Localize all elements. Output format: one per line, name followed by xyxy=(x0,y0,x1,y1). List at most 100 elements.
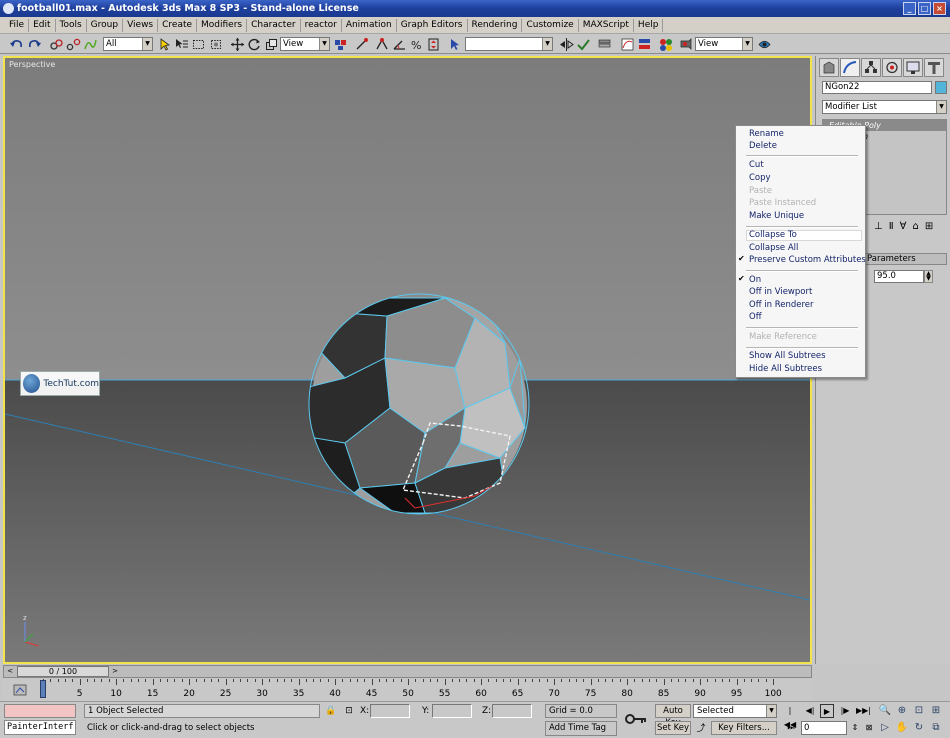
utilities-tab-icon[interactable] xyxy=(924,58,944,77)
select-object-icon[interactable] xyxy=(156,36,171,51)
z-coord-field[interactable] xyxy=(492,704,532,718)
mini-curve-editor-icon[interactable] xyxy=(13,684,27,696)
go-to-start-icon[interactable]: |◀◀ xyxy=(783,704,797,729)
menu-item-show-all-subtrees[interactable]: Show All Subtrees xyxy=(749,350,826,362)
configure-modifier-sets-icon[interactable]: ⊞ xyxy=(925,221,933,232)
menu-item-rename[interactable]: Rename xyxy=(749,128,784,140)
maximize-button[interactable]: □ xyxy=(918,2,931,15)
menu-create[interactable]: Create xyxy=(158,18,198,32)
viewport-label[interactable]: Perspective xyxy=(9,60,55,69)
track-bar[interactable]: 0510152025303540455055606570758085909510… xyxy=(3,679,812,701)
parameter-value-field[interactable]: 95.0 xyxy=(874,270,924,283)
current-frame-indicator[interactable] xyxy=(40,680,46,698)
menu-item-collapse-all[interactable]: Collapse All xyxy=(749,242,798,254)
menu-item-cut[interactable]: Cut xyxy=(749,159,764,171)
set-key-button[interactable]: Set Key xyxy=(655,721,691,735)
selection-lock-icon[interactable]: 🔒 xyxy=(325,705,337,717)
pivot-center-icon[interactable] xyxy=(332,36,347,51)
scale-icon[interactable] xyxy=(263,36,278,51)
time-slider[interactable]: < 0 / 100 > xyxy=(3,665,812,678)
menu-customize[interactable]: Customize xyxy=(522,18,579,32)
spinner-snap-icon[interactable] xyxy=(425,36,440,51)
menu-group[interactable]: Group xyxy=(87,18,124,32)
named-selection-icon[interactable] xyxy=(446,36,461,51)
undo-icon[interactable] xyxy=(8,36,23,51)
rect-selection-icon[interactable] xyxy=(190,36,205,51)
maxscript-mini-listener[interactable]: PainterInterf xyxy=(4,720,76,735)
close-button[interactable]: × xyxy=(933,2,946,15)
key-filters-button[interactable]: Key Filters... xyxy=(711,721,777,735)
key-mode-toggle-icon[interactable]: ⏭ xyxy=(784,721,798,735)
layer-manager-icon[interactable] xyxy=(596,36,611,51)
mirror-icon[interactable] xyxy=(558,36,574,51)
motion-tab-icon[interactable] xyxy=(882,58,902,77)
default-in-out-tangent-icon[interactable]: ⤴ xyxy=(695,723,707,735)
maximize-viewport-icon[interactable]: ⧉ xyxy=(929,721,943,735)
percent-snap-icon[interactable]: % xyxy=(408,36,423,52)
zoom-extents-all-icon[interactable]: ⊞ xyxy=(929,704,943,718)
reference-coordinate-dropdown[interactable]: View ▼ xyxy=(280,37,330,51)
menu-item-hide-all-subtrees[interactable]: Hide All Subtrees xyxy=(749,363,822,375)
set-key-icon[interactable] xyxy=(623,711,649,727)
key-mode-dropdown[interactable]: Selected ▼ xyxy=(693,704,777,718)
menu-item-preserve-custom-attributes[interactable]: Preserve Custom Attributes xyxy=(749,254,866,266)
modifier-list-dropdown[interactable]: Modifier List ▼ xyxy=(822,100,947,114)
zoom-extents-icon[interactable]: ⊡ xyxy=(912,704,926,718)
menu-edit[interactable]: Edit xyxy=(29,18,56,32)
named-selection-sets-dropdown[interactable]: ▼ xyxy=(465,37,553,51)
next-frame-icon[interactable]: |▶ xyxy=(838,704,852,718)
modify-tab-icon[interactable] xyxy=(840,58,860,77)
menu-animation[interactable]: Animation xyxy=(342,18,397,32)
render-scene-icon[interactable] xyxy=(678,36,693,51)
rotate-icon[interactable] xyxy=(246,36,261,51)
snap-toggle-icon[interactable] xyxy=(374,36,389,51)
object-color-swatch[interactable] xyxy=(935,81,947,94)
schematic-view-icon[interactable] xyxy=(636,36,651,51)
hierarchy-tab-icon[interactable] xyxy=(861,58,881,77)
arc-rotate-icon[interactable]: ↻ xyxy=(912,721,926,735)
pan-icon[interactable]: ✋ xyxy=(895,721,909,735)
angle-snap-icon[interactable] xyxy=(391,36,406,51)
menu-tools[interactable]: Tools xyxy=(56,18,87,32)
time-slider-thumb[interactable]: 0 / 100 xyxy=(17,666,109,677)
add-time-tag[interactable]: Add Time Tag xyxy=(545,721,617,736)
go-to-end-icon[interactable]: ▶▶| xyxy=(856,704,871,718)
create-tab-icon[interactable] xyxy=(819,58,839,77)
select-and-manipulate-icon[interactable] xyxy=(353,36,368,51)
menu-item-off-in-renderer[interactable]: Off in Renderer xyxy=(749,299,814,311)
bind-to-space-warp-icon[interactable] xyxy=(82,36,97,51)
menu-item-off[interactable]: Off xyxy=(749,311,762,323)
previous-frame-icon[interactable]: ◀| xyxy=(803,704,817,718)
current-frame-field[interactable]: 0 xyxy=(801,721,847,735)
time-configuration-icon[interactable]: ⊠ xyxy=(862,721,876,735)
menu-item-copy[interactable]: Copy xyxy=(749,172,771,184)
perspective-viewport[interactable]: z Perspective xyxy=(3,56,812,664)
window-crossing-icon[interactable] xyxy=(207,36,222,51)
time-slider-prev-icon[interactable]: < xyxy=(5,666,15,677)
curve-editor-icon[interactable] xyxy=(619,36,634,51)
move-icon[interactable] xyxy=(229,36,244,51)
play-icon[interactable]: ▶ xyxy=(820,704,834,718)
menu-item-collapse-to[interactable]: Collapse To xyxy=(749,229,797,241)
menu-reactor[interactable]: reactor xyxy=(301,18,342,32)
menu-item-off-in-viewport[interactable]: Off in Viewport xyxy=(749,286,812,298)
align-icon[interactable] xyxy=(575,36,590,51)
redo-icon[interactable] xyxy=(26,36,41,51)
unlink-selection-icon[interactable] xyxy=(65,36,81,51)
select-by-name-icon[interactable] xyxy=(173,36,188,51)
quick-render-icon[interactable] xyxy=(756,36,771,51)
remove-modifier-icon[interactable]: ⌂ xyxy=(912,221,918,232)
absolute-mode-icon[interactable]: ⊡ xyxy=(343,705,355,717)
menu-views[interactable]: Views xyxy=(123,18,159,32)
maxscript-mini-listener-top[interactable] xyxy=(4,704,76,718)
zoom-all-icon[interactable]: ⊕ xyxy=(895,704,909,718)
y-coord-field[interactable] xyxy=(432,704,472,718)
app-icon[interactable] xyxy=(3,3,14,14)
time-slider-next-icon[interactable]: > xyxy=(110,666,120,677)
zoom-icon[interactable]: 🔍 xyxy=(878,704,892,718)
menu-rendering[interactable]: Rendering xyxy=(468,18,523,32)
render-type-dropdown[interactable]: View ▼ xyxy=(695,37,753,51)
pin-stack-icon[interactable]: ⊥ xyxy=(874,221,883,232)
minimize-button[interactable]: _ xyxy=(903,2,916,15)
viewport-scene[interactable]: z xyxy=(5,58,810,662)
